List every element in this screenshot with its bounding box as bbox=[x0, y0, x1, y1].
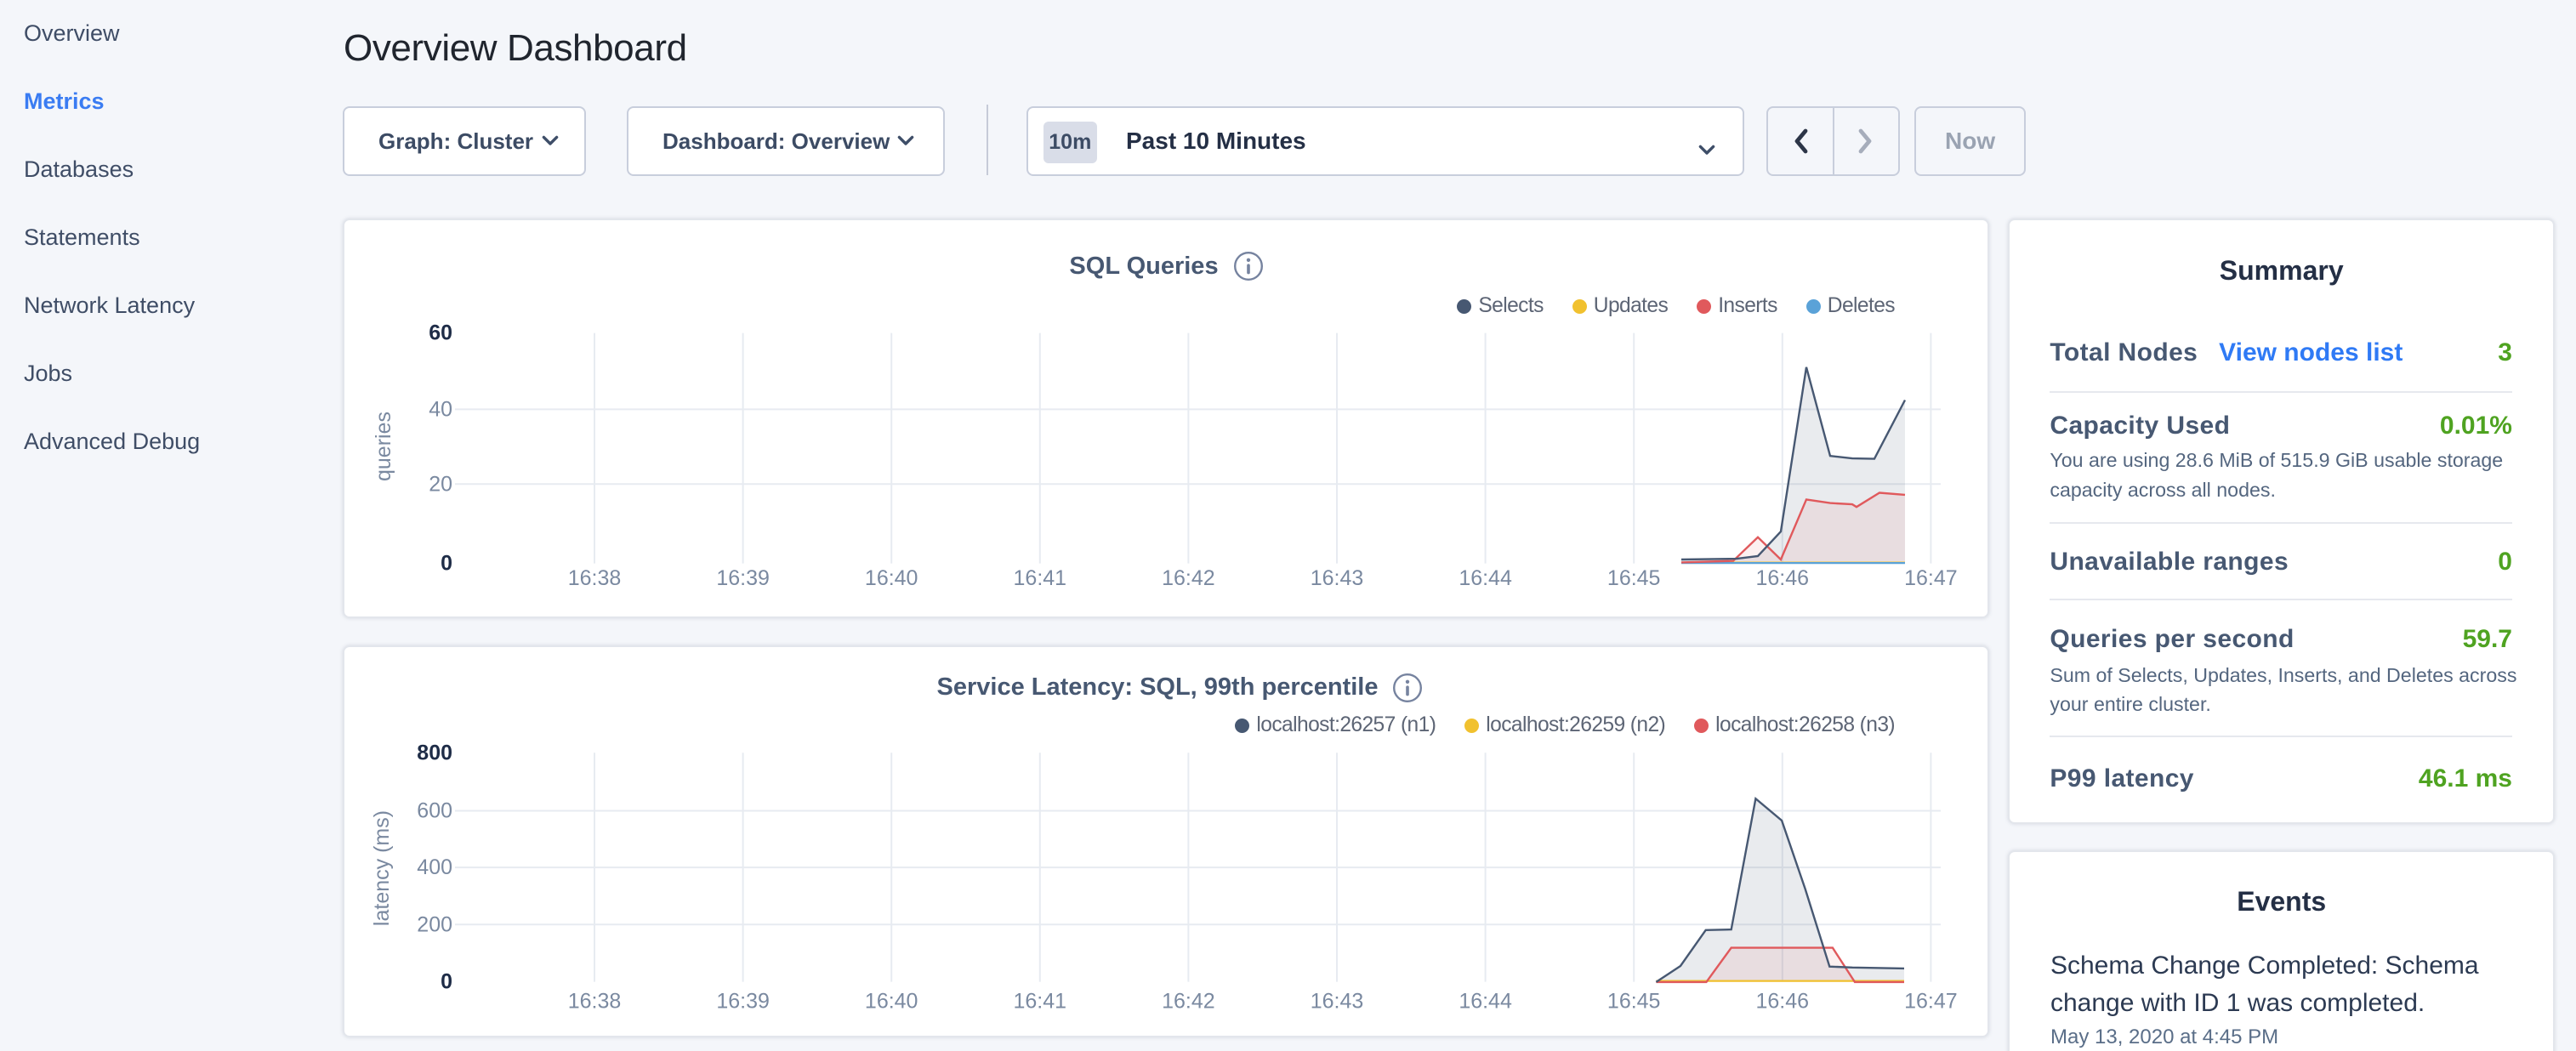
svg-text:800: 800 bbox=[417, 741, 452, 764]
svg-text:16:46: 16:46 bbox=[1756, 989, 1810, 1013]
svg-text:16:41: 16:41 bbox=[1014, 566, 1067, 590]
svg-text:0: 0 bbox=[441, 552, 452, 576]
svg-text:60: 60 bbox=[429, 321, 452, 345]
svg-text:16:45: 16:45 bbox=[1607, 566, 1661, 590]
svg-text:16:47: 16:47 bbox=[1904, 566, 1958, 590]
svg-text:16:43: 16:43 bbox=[1311, 989, 1364, 1013]
svg-text:16:45: 16:45 bbox=[1607, 989, 1661, 1013]
svg-text:16:43: 16:43 bbox=[1311, 566, 1364, 590]
svg-text:16:39: 16:39 bbox=[716, 989, 770, 1013]
svg-text:200: 200 bbox=[417, 912, 452, 936]
svg-text:16:42: 16:42 bbox=[1162, 566, 1215, 590]
svg-text:400: 400 bbox=[417, 855, 452, 879]
svg-text:0: 0 bbox=[441, 969, 452, 993]
svg-text:16:44: 16:44 bbox=[1459, 566, 1512, 590]
svg-text:16:40: 16:40 bbox=[865, 566, 918, 590]
svg-text:16:46: 16:46 bbox=[1756, 566, 1810, 590]
svg-text:16:44: 16:44 bbox=[1459, 989, 1512, 1013]
svg-text:40: 40 bbox=[429, 398, 452, 422]
svg-text:16:39: 16:39 bbox=[716, 566, 770, 590]
svg-text:16:38: 16:38 bbox=[568, 989, 622, 1013]
svg-text:16:38: 16:38 bbox=[568, 566, 622, 590]
svg-text:16:41: 16:41 bbox=[1014, 989, 1067, 1013]
svg-text:600: 600 bbox=[417, 798, 452, 822]
svg-text:16:40: 16:40 bbox=[865, 989, 918, 1013]
svg-text:16:47: 16:47 bbox=[1904, 989, 1958, 1013]
svg-text:20: 20 bbox=[429, 473, 452, 497]
svg-text:16:42: 16:42 bbox=[1162, 989, 1215, 1013]
